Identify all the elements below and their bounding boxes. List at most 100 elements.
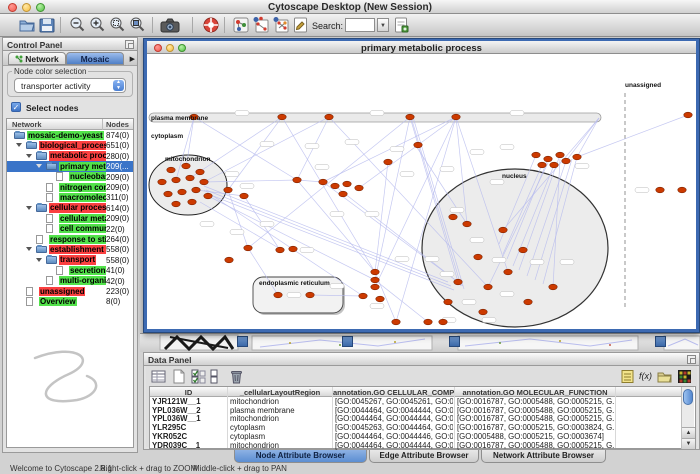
zoom-selected-icon[interactable] (108, 16, 126, 34)
tree-row[interactable]: multi-organism pro42(0) (7, 276, 133, 286)
network-node (562, 158, 570, 164)
notepad-icon[interactable] (620, 369, 635, 384)
background-windows-strip[interactable] (140, 333, 700, 352)
expand-icon[interactable] (36, 258, 42, 262)
expand-icon[interactable] (16, 143, 22, 147)
heatmap-icon[interactable] (677, 369, 692, 384)
background-window-icon[interactable] (655, 336, 666, 347)
import-attributes-icon[interactable] (657, 369, 672, 384)
expand-icon[interactable] (26, 247, 32, 251)
network-node (678, 187, 686, 193)
scrollbar-thumb[interactable] (683, 389, 693, 405)
tab-overflow-icon[interactable]: ▶ (130, 55, 135, 63)
help-ring-icon[interactable] (202, 16, 220, 34)
new-document-icon[interactable] (394, 16, 409, 34)
network-node (392, 319, 400, 325)
tree-row[interactable]: unassigned223(0) (7, 286, 133, 296)
new-attribute-icon[interactable] (171, 369, 186, 384)
snapshot-icon[interactable] (160, 16, 180, 34)
network-node (306, 292, 314, 298)
table-row[interactable]: YKR052Ccytoplasm[GO:0044464, GO:0044446,… (150, 433, 682, 442)
tree-row[interactable]: cellular process614(0) (7, 203, 133, 213)
zoom-in-icon[interactable] (88, 16, 106, 34)
background-windows-art (140, 334, 700, 353)
tree-row[interactable]: cell communicat22(0) (7, 224, 133, 234)
select-nodes-checkbox[interactable]: ✓ (11, 102, 21, 112)
background-window-icon[interactable] (237, 336, 248, 347)
zoom-fit-icon[interactable] (128, 16, 146, 34)
tree-row[interactable]: biological_process651(0) (7, 140, 133, 150)
background-window-icon[interactable] (342, 336, 353, 347)
vizmapper-icon[interactable] (252, 16, 270, 34)
table-row[interactable]: YPL036W__2plasma membrane[GO:0044464, GO… (150, 407, 682, 416)
table-row[interactable]: YJR121W__1mitochondrion[GO:0045267, GO:0… (150, 398, 682, 407)
tree-row[interactable]: nitrogen compo209(0) (7, 182, 133, 192)
table-row[interactable]: YLR295Ccytoplasm[GO:0045263, GO:0044464,… (150, 424, 682, 433)
tree-row[interactable]: transport558(0) (7, 255, 133, 265)
search-input[interactable] (345, 18, 375, 32)
tree-row[interactable]: secretion41(0) (7, 265, 133, 275)
table-cell: cytoplasm (230, 433, 331, 442)
network-tab-icon (15, 55, 23, 63)
network-node (274, 292, 282, 298)
function-builder-icon[interactable]: f(x) (638, 369, 653, 384)
float-panel-icon[interactable] (125, 40, 134, 49)
network-window-title: primary metabolic process (147, 43, 696, 54)
node-label-pill (315, 165, 329, 170)
background-window-icon[interactable] (449, 336, 460, 347)
attribute-table-header[interactable]: ID _cellularLayoutRegion annotation.GO C… (150, 387, 682, 397)
table-scrollbar[interactable]: ▲ ▼ (681, 387, 694, 449)
tree-row[interactable]: Overview8(0) (7, 296, 133, 306)
file-icon (26, 297, 33, 306)
tree-row[interactable]: metabolic process280(0) (7, 151, 133, 161)
save-icon[interactable] (38, 16, 56, 34)
tree-row[interactable]: macromolecule311(0) (7, 192, 133, 202)
data-panel-body: f(x) ID _cellularLayoutRegion annotation… (146, 366, 697, 447)
file-icon (46, 276, 53, 285)
filter-icon[interactable] (272, 16, 290, 34)
network-node (186, 175, 194, 181)
tree-row[interactable]: cellular metabol209(0) (7, 213, 133, 223)
unselect-attributes-icon[interactable] (209, 369, 224, 384)
annotation-icon[interactable] (293, 16, 308, 34)
network-node (192, 187, 200, 193)
table-row[interactable]: YDR039C__1mitochondrion[GO:0044464, GO:0… (150, 442, 682, 451)
network-manager-icon[interactable] (232, 16, 250, 34)
data-panel: Data Panel f(x) ID (143, 352, 700, 450)
node-label-pill (450, 208, 464, 213)
attribute-table-icon[interactable] (151, 369, 166, 384)
tree-header[interactable]: Network Nodes (7, 119, 133, 130)
tree-row[interactable]: primary metabol209(... (7, 161, 133, 171)
scroll-down-icon[interactable]: ▼ (682, 438, 695, 449)
file-icon (56, 172, 63, 181)
tree-row[interactable]: response to stimulu264(0) (7, 234, 133, 244)
tree-row[interactable]: mosaic-demo-yeast874(0) (7, 130, 133, 140)
node-color-dropdown[interactable]: transporter activity ▲▼ (14, 78, 126, 93)
expand-icon[interactable] (26, 206, 32, 210)
zoom-out-icon[interactable] (68, 16, 86, 34)
delete-attribute-icon[interactable] (229, 369, 244, 384)
expand-icon[interactable] (36, 164, 42, 168)
expand-icon[interactable] (26, 154, 32, 158)
table-cell: YPL036W__1 (152, 415, 226, 424)
network-window-titlebar[interactable]: primary metabolic process (147, 41, 696, 54)
scroll-up-icon[interactable]: ▲ (682, 427, 695, 438)
float-panel-icon[interactable] (687, 355, 696, 364)
birds-eye-view[interactable] (7, 308, 133, 447)
tree-node-count: 22(0) (106, 225, 125, 234)
network-node (544, 156, 552, 162)
search-options-icon[interactable]: ▼ (377, 18, 389, 32)
folder-icon (46, 163, 57, 171)
status-bar: Welcome to Cytoscape 2.8.1 Right-click +… (0, 462, 700, 474)
select-attributes-icon[interactable] (191, 369, 206, 384)
open-icon[interactable] (18, 16, 36, 34)
tab-network[interactable]: Network (8, 52, 66, 65)
tree-row[interactable]: nucleobase-c209(0) (7, 172, 133, 182)
node-label-pill (500, 145, 514, 150)
network-edge (577, 118, 599, 157)
status-pan-hint: Middle-click + drag to PAN (193, 464, 287, 473)
tab-mosaic[interactable]: Mosaic (66, 52, 124, 65)
tree-row[interactable]: establishment of lo558(0) (7, 244, 133, 254)
table-row[interactable]: YPL036W__1mitochondrion[GO:0044464, GO:0… (150, 415, 682, 424)
network-canvas[interactable]: plasma membranecytoplasmmitochondrionnuc… (147, 54, 696, 330)
